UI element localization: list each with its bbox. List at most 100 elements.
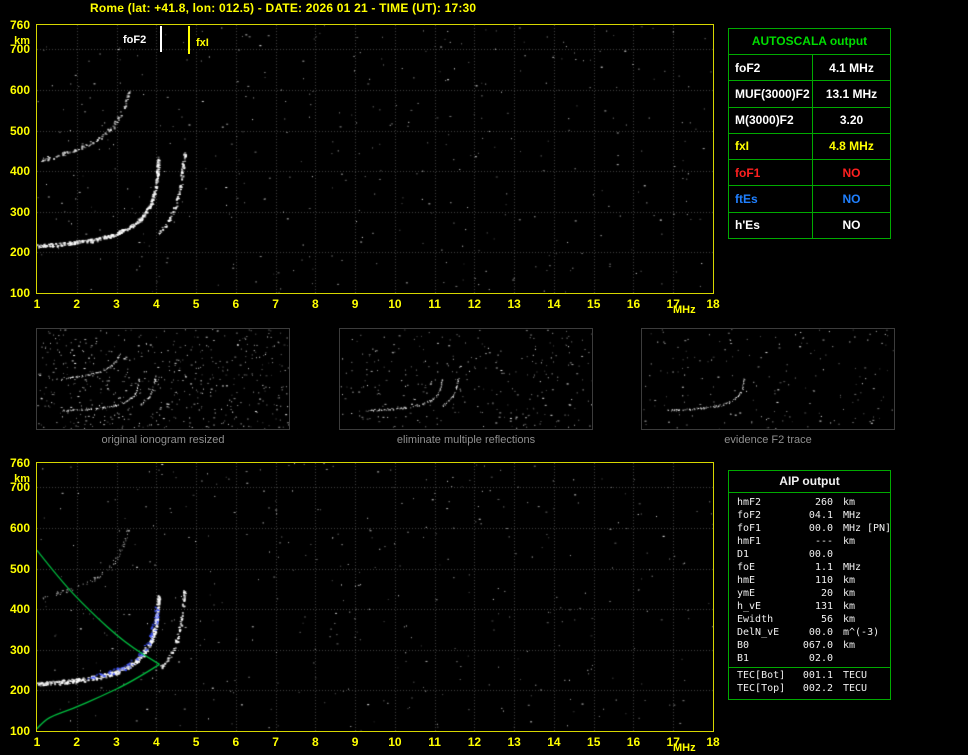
autoscala-table-title: AUTOSCALA output [729, 29, 890, 55]
top-ionogram-plot: foF2 fxI [36, 24, 714, 294]
aip-row: foF1 00.0 MHz [PN] [737, 522, 891, 535]
aip-row: TEC[Top] 002.2 TECU [737, 682, 890, 695]
aip-row: hmF2 260 km [737, 496, 890, 509]
aip-param: hmF2 [737, 497, 762, 508]
aip-note [867, 626, 890, 639]
aip-unit: TECU [843, 670, 868, 681]
x-axis-unit-bottom: MHz [673, 742, 696, 754]
x-tick-label-bottom: 5 [192, 735, 200, 749]
aip-value: 131 [814, 601, 833, 612]
aip-unit: TECU [843, 683, 868, 694]
aip-param: h_vE [737, 601, 762, 612]
x-tick-label-top: 7 [272, 297, 279, 311]
bottom-ionogram-plot [36, 462, 714, 732]
autoscala-param: ftEs [729, 186, 813, 212]
aip-param: hmE [737, 575, 756, 586]
aip-note [867, 587, 890, 600]
y-axis-unit-bottom: km [14, 473, 30, 485]
aip-note [867, 561, 890, 574]
fof2-marker-line [160, 26, 162, 52]
aip-unit: m^(-3) [843, 627, 880, 638]
aip-value: 1.1 [814, 562, 833, 573]
aip-param: foF1 [737, 523, 762, 534]
thumbnail-caption-reflections: eliminate multiple reflections [396, 434, 536, 446]
aip-unit: MHz [843, 562, 862, 573]
aip-unit [833, 548, 867, 561]
aip-value: 067.0 [802, 640, 833, 651]
aip-unit: km [843, 614, 856, 625]
aip-unit: MHz [843, 510, 862, 521]
aip-row: foF2 04.1 MHz [737, 509, 890, 522]
aip-value: 001.1 [802, 670, 833, 681]
aip-row: h_vE 131 km [737, 600, 890, 613]
fof2-marker-label: foF2 [121, 34, 149, 46]
thumbnail-original-canvas [37, 329, 289, 429]
aip-value: 110 [814, 575, 833, 586]
autoscala-row: h'Es NO [729, 212, 890, 238]
autoscala-value: NO [842, 192, 861, 207]
aip-note [867, 600, 890, 613]
aip-row: D1 00.0 [737, 548, 890, 561]
y-tick-label-top: 760 [9, 18, 30, 32]
aip-note [867, 548, 890, 561]
x-tick-label-bottom: 2 [73, 735, 81, 749]
autoscala-value: NO [842, 165, 861, 180]
aip-unit: km [843, 588, 856, 599]
aip-note [867, 574, 890, 587]
aip-value: 56 [820, 614, 833, 625]
x-tick-label-top: 14 [547, 297, 561, 311]
thumbnail-original-ionogram [36, 328, 290, 430]
autoscala-value: NO [842, 218, 861, 233]
aip-param: DelN_vE [737, 627, 780, 638]
aip-note [867, 682, 890, 695]
x-tick-label-bottom: 10 [388, 735, 402, 749]
aip-param: D1 [737, 549, 750, 560]
aip-unit: km [843, 640, 856, 651]
autoscala-param: foF2 [729, 55, 813, 81]
thumbnail-multiple-reflections [339, 328, 593, 430]
x-tick-label-bottom: 1 [33, 735, 41, 749]
x-tick-label-bottom: 15 [587, 735, 601, 749]
x-tick-label-bottom: 16 [626, 735, 641, 749]
autoscala-row: foF1 NO [729, 160, 890, 187]
aip-value: 260 [814, 497, 833, 508]
aip-row: hmE 110 km [737, 574, 890, 587]
x-tick-label-top: 2 [73, 297, 81, 311]
y-tick-label-bottom: 600 [9, 520, 30, 535]
aip-note [867, 639, 890, 652]
autoscala-table-rows: foF2 4.1 MHz MUF(3000)F2 13.1 MHz M(3000)F2 3… [729, 55, 890, 238]
thumbnail-caption-original: original ionogram resized [101, 434, 225, 446]
autoscala-value: 3.20 [839, 113, 864, 128]
autoscala-screen: Rome (lat: +41.8, lon: 012.5) - DATE: 20… [0, 0, 968, 755]
autoscala-row: fxI 4.8 MHz [729, 133, 890, 161]
aip-param: foE [737, 562, 756, 573]
x-tick-label-top: 1 [33, 297, 41, 311]
y-tick-label-bottom: 300 [9, 642, 30, 657]
x-tick-label-top: 5 [192, 297, 200, 311]
y-tick-label-bottom: 760 [9, 456, 30, 470]
aip-value: 00.0 [808, 523, 833, 534]
x-tick-label-bottom: 6 [232, 735, 240, 749]
autoscala-param: M(3000)F2 [729, 107, 813, 133]
top-ionogram-canvas [37, 25, 713, 293]
aip-row: TEC[Bot] 001.1 TECU [737, 669, 890, 682]
aip-note [867, 496, 890, 509]
autoscala-value: 4.8 MHz [829, 139, 874, 154]
aip-param: B0 [737, 640, 750, 651]
aip-row: Ewidth 56 km [737, 613, 890, 626]
autoscala-row: M(3000)F2 3.20 [729, 107, 890, 134]
y-tick-label-top: 200 [9, 245, 30, 260]
autoscala-param: fxI [729, 133, 813, 160]
autoscala-row: MUF(3000)F2 13.1 MHz [729, 81, 890, 108]
aip-param: B1 [737, 653, 750, 664]
y-tick-label-bottom: 200 [9, 683, 30, 698]
aip-note [867, 652, 890, 665]
x-tick-label-top: 6 [232, 297, 240, 311]
aip-value: --- [814, 536, 833, 547]
thumbnail-f2-canvas [642, 329, 894, 429]
aip-value: 002.2 [802, 683, 833, 694]
aip-value: 02.0 [808, 653, 833, 664]
x-tick-label-top: 11 [428, 297, 441, 311]
autoscala-row: ftEs NO [729, 186, 890, 213]
aip-row: B1 02.0 [737, 652, 890, 665]
